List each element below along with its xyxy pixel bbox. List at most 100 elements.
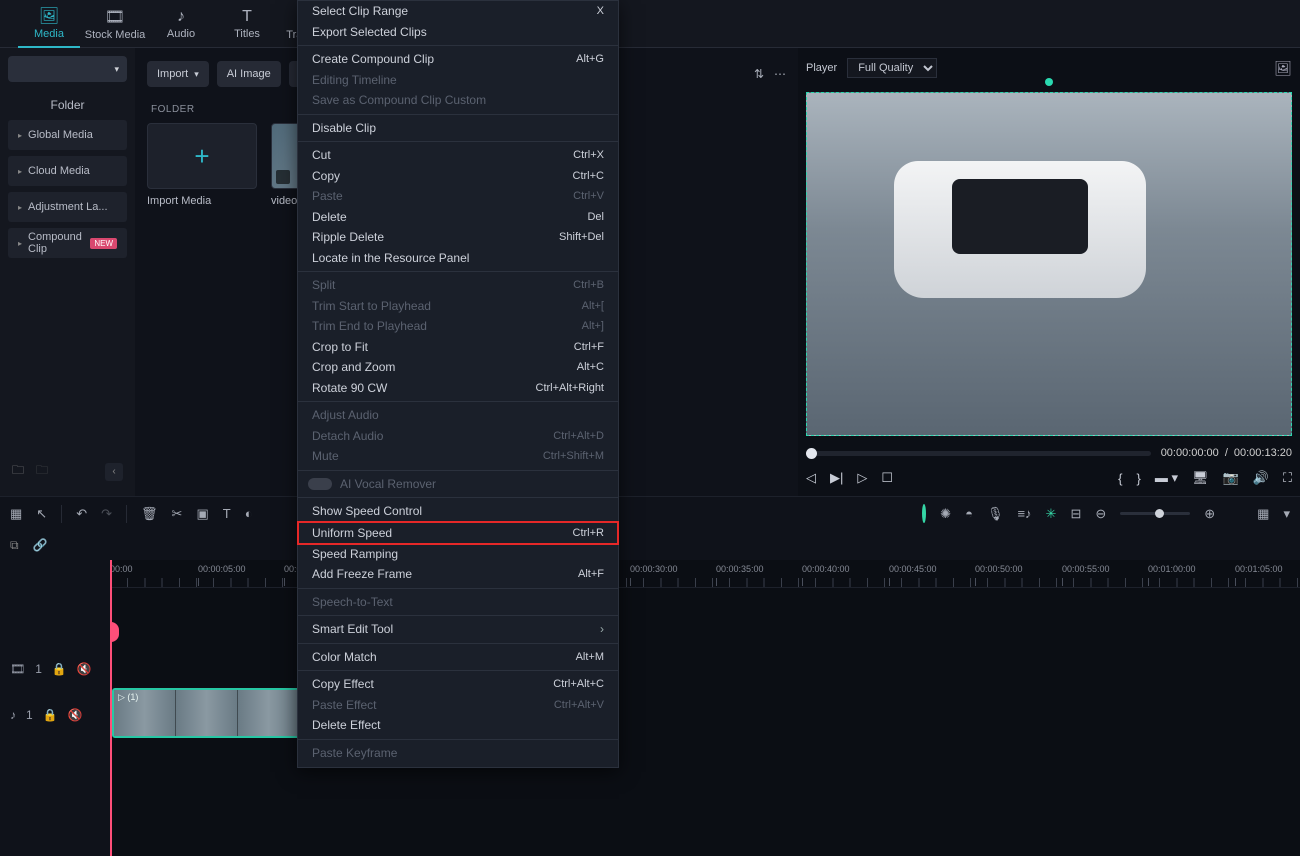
clip-tool-icon[interactable]: ◐ [245,506,253,521]
menu-item-save-as-compound-clip-custom: Save as Compound Clip Custom [298,90,618,111]
link-icon[interactable]: 🔗 [33,538,48,552]
playhead[interactable] [110,560,112,856]
text-icon[interactable]: T [223,506,231,521]
menu-item-smart-edit-tool[interactable]: Smart Edit Tool [298,619,618,640]
new-folder-icon[interactable]: 🗀 [12,461,24,482]
import-button[interactable]: Import [147,61,209,87]
preview-top-handle[interactable] [1045,78,1053,86]
player-time-current: 00:00:00:00 [1161,447,1219,459]
sidebar-item-global-media[interactable]: Global Media [8,120,127,150]
menu-item-ai-vocal-remover: AI Vocal Remover [298,474,618,495]
undo-icon[interactable]: ↶ [76,506,87,522]
play-backward-icon[interactable]: ▶| [830,470,843,486]
menu-item-copy[interactable]: CopyCtrl+C [298,166,618,187]
zoom-in-icon[interactable]: ⊕ [1204,506,1215,522]
zoom-out-icon[interactable]: ⊖ [1095,506,1106,522]
play-icon[interactable]: ▷ [857,470,867,486]
audio-icon: ♪ [177,8,185,26]
tab-media[interactable]: 🖼Media [18,0,80,48]
ai-circle-icon[interactable] [922,506,926,521]
menu-label: Paste [312,189,343,203]
mark-in-icon[interactable]: { [1118,471,1122,486]
sidebar-item-cloud-media[interactable]: Cloud Media [8,156,127,186]
view-grid-icon[interactable]: ▦ [1257,506,1269,522]
crop-icon[interactable]: ▣ [196,506,208,522]
collapse-sidebar-icon[interactable]: ‹ [105,463,123,481]
delete-icon[interactable]: 🗑 [141,506,158,522]
tab-audio[interactable]: ♪Audio [150,0,212,48]
menu-item-delete[interactable]: DeleteDel [298,207,618,228]
menu-shortcut: Alt+C [577,361,604,373]
snapshot-icon[interactable]: 🖼 [1274,60,1292,77]
menu-item-color-match[interactable]: Color MatchAlt+M [298,647,618,668]
menu-item-select-clip-range[interactable]: Select Clip RangeX [298,1,618,22]
project-dropdown[interactable] [8,56,127,82]
ai-image-button[interactable]: AI Image [217,61,281,87]
menu-item-copy-effect[interactable]: Copy EffectCtrl+Alt+C [298,674,618,695]
filter-icon[interactable]: ⇅ [754,67,764,81]
camera-icon[interactable]: 📷 [1223,470,1239,486]
effects-icon[interactable]: ✳ [1046,506,1057,522]
speed-icon[interactable]: ✺ [940,506,951,522]
video-track-icon[interactable]: 🎞 [10,662,25,676]
display-icon[interactable]: 🖥 [1192,470,1209,486]
more-icon[interactable]: ⋯ [774,67,786,81]
menu-item-export-selected-clips[interactable]: Export Selected Clips [298,22,618,43]
aspect-icon[interactable]: ▬ ▾ [1155,470,1178,486]
menu-item-delete-effect[interactable]: Delete Effect [298,715,618,736]
video-mute-icon[interactable]: 🔇 [77,662,92,676]
mask-icon[interactable]: ◓ [965,506,973,521]
menu-item-locate-in-the-resource-panel[interactable]: Locate in the Resource Panel [298,248,618,269]
video-lock-icon[interactable]: 🔒 [52,662,67,676]
tab-titles[interactable]: TTitles [216,0,278,48]
stop-icon[interactable]: ☐ [881,470,893,486]
volume-icon[interactable]: 🔊 [1253,470,1269,486]
menu-item-create-compound-clip[interactable]: Create Compound ClipAlt+G [298,49,618,70]
grid-icon[interactable]: ▦ [10,506,22,522]
menu-item-show-speed-control[interactable]: Show Speed Control [298,501,618,522]
split-icon[interactable]: ✂ [172,506,183,522]
menu-item-rotate-cw[interactable]: Rotate 90 CWCtrl+Alt+Right [298,378,618,399]
menu-item-add-freeze-frame[interactable]: Add Freeze FrameAlt+F [298,564,618,585]
ruler-tick: 00:00:45:00 [889,564,937,574]
mark-out-icon[interactable]: } [1137,471,1141,486]
menu-item-crop-to-fit[interactable]: Crop to FitCtrl+F [298,337,618,358]
menu-item-ripple-delete[interactable]: Ripple DeleteShift+Del [298,227,618,248]
time-ruler[interactable]: 00:0000:00:05:0000:00:10:0000:00:30:0000… [110,560,1300,588]
caption-icon[interactable]: ⊟ [1070,506,1081,522]
video-clip[interactable]: ▷ (1) [112,688,302,738]
sidebar-item-adjustment-la-[interactable]: Adjustment La... [8,192,127,222]
menu-label: Ripple Delete [312,230,384,244]
redo-icon[interactable]: ↷ [101,506,112,522]
tab-stock-media[interactable]: 🎞Stock Media [84,0,146,48]
timeline-canvas[interactable]: 00:0000:00:05:0000:00:10:0000:00:30:0000… [110,560,1300,856]
duplicate-icon[interactable]: ⧉ [10,538,19,553]
folder-icon[interactable]: 🗀 [36,461,48,482]
sidebar-item-compound-clip[interactable]: Compound ClipNEW [8,228,127,258]
menu-item-uniform-speed[interactable]: Uniform SpeedCtrl+R [298,522,618,544]
prev-frame-icon[interactable]: ◁ [806,470,816,486]
preview-viewport[interactable] [806,82,1292,436]
menu-item-crop-and-zoom[interactable]: Crop and ZoomAlt+C [298,357,618,378]
menu-label: Save as Compound Clip Custom [312,93,486,107]
menu-item-speed-ramping[interactable]: Speed Ramping [298,544,618,565]
zoom-slider[interactable] [1120,512,1190,515]
menu-item-cut[interactable]: CutCtrl+X [298,145,618,166]
media-tile-import-media[interactable]: +Import Media [147,123,257,207]
menu-item-disable-clip[interactable]: Disable Clip [298,118,618,139]
quality-select[interactable]: Full Quality [847,58,937,78]
audio-lock-icon[interactable]: 🔒 [43,708,58,722]
menu-label: Split [312,278,335,292]
menu-shortcut: Ctrl+C [573,170,604,182]
audio-mute-icon[interactable]: 🔇 [68,708,83,722]
view-menu-icon[interactable]: ▾ [1283,506,1290,522]
audio-icon[interactable]: ≡♪ [1017,506,1031,521]
mic-icon[interactable]: 🎙 [987,506,1004,522]
cursor-icon[interactable]: ↖ [36,506,47,522]
menu-item-adjust-audio: Adjust Audio [298,405,618,426]
player-scrubber[interactable] [806,451,1151,456]
menu-shortcut: Del [587,211,604,223]
audio-track-icon[interactable]: ♪ [10,708,16,722]
fullscreen-icon[interactable]: ⛶ [1283,470,1292,486]
ruler-tick: 00:00:35:00 [716,564,764,574]
